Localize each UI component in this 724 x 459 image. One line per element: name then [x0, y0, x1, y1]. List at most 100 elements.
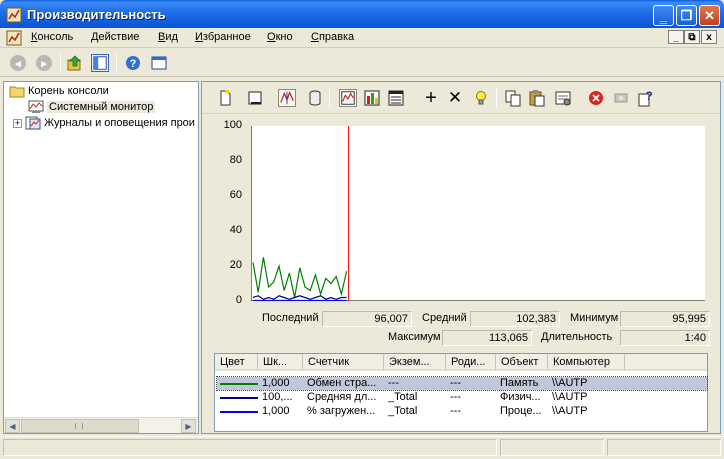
toolbar-separator: [60, 54, 61, 72]
counter-name: Средняя дл...: [307, 391, 377, 403]
folder-icon: [9, 86, 25, 98]
logs-alerts-icon: [25, 116, 41, 130]
column-header-scale[interactable]: Шк...: [258, 354, 303, 371]
counter-scale: 1,000: [262, 405, 290, 417]
view-report-icon[interactable]: [387, 89, 405, 107]
performance-graph[interactable]: [251, 126, 705, 301]
column-header-parent[interactable]: Роди...: [446, 354, 496, 371]
add-counter-icon[interactable]: +: [422, 87, 440, 109]
help-icon[interactable]: ?: [124, 54, 142, 72]
counter-row[interactable]: 1,000 % загружен... _Total --- Проце... …: [217, 405, 707, 418]
toolbar-separator: [496, 89, 497, 107]
toolbar-separator: [329, 89, 330, 107]
performance-app-icon: [6, 30, 22, 46]
paste-counter-list-icon[interactable]: [528, 89, 546, 107]
expand-icon[interactable]: +: [13, 118, 22, 128]
new-window-icon[interactable]: [150, 54, 168, 72]
column-header-instance[interactable]: Экзем...: [384, 354, 446, 371]
menu-view[interactable]: Вид: [158, 31, 178, 43]
column-header-filler: [625, 354, 707, 371]
title-bar[interactable]: Производительность ‗ ❐ ✕: [0, 0, 724, 30]
counter-name: % загружен...: [307, 405, 376, 417]
console-tree[interactable]: Корень консоли Системный монитор + Журна…: [3, 81, 199, 434]
new-counter-set-icon[interactable]: [216, 89, 234, 107]
counter-object: Физич...: [500, 391, 541, 403]
counter-row[interactable]: 1,000 Обмен стра... --- --- Память \\AUT…: [216, 376, 708, 391]
scrollbar-thumb[interactable]: [21, 419, 139, 433]
back-icon[interactable]: ◂: [10, 55, 26, 71]
mdi-restore-button[interactable]: ⧉: [684, 30, 700, 44]
tree-node-system-monitor[interactable]: Системный монитор: [28, 99, 156, 115]
tree-node-console-root[interactable]: Корень консоли: [9, 83, 109, 99]
stats-row-2: Максимум 113,065 Длительность 1:40: [202, 330, 720, 346]
minimum-value: 95,995: [620, 311, 710, 327]
system-monitor-icon: [28, 100, 44, 113]
counter-color-swatch: [220, 383, 258, 385]
close-icon: ✕: [704, 7, 715, 23]
column-header-object[interactable]: Объект: [496, 354, 548, 371]
tree-horizontal-scrollbar[interactable]: ◀ ▶: [4, 417, 198, 433]
maximize-button[interactable]: ❐: [676, 5, 697, 26]
close-button[interactable]: ✕: [699, 5, 720, 26]
help-icon[interactable]: ?: [637, 89, 655, 107]
counter-instance: _Total: [388, 391, 418, 403]
svg-text:?: ?: [130, 58, 137, 70]
counter-instance: ---: [388, 377, 399, 389]
tree-node-logs-alerts[interactable]: + Журналы и оповещения прои: [13, 115, 195, 131]
column-header-computer[interactable]: Компьютер: [548, 354, 625, 371]
up-level-icon[interactable]: [66, 54, 84, 72]
show-hide-tree-icon[interactable]: [91, 54, 109, 72]
y-tick-label: 60: [229, 189, 242, 201]
menu-console[interactable]: Консоль: [31, 31, 73, 43]
freeze-display-icon[interactable]: [587, 89, 605, 107]
main-toolbar: ◂ ▸ ?: [0, 49, 724, 77]
window-title: Производительность: [27, 7, 166, 22]
y-tick-label: 20: [229, 259, 242, 271]
scroll-right-icon[interactable]: ▶: [181, 419, 196, 433]
menu-action[interactable]: Действие: [91, 31, 139, 43]
view-current-activity-icon[interactable]: [278, 89, 296, 107]
mdi-minimize-button[interactable]: _: [668, 30, 684, 44]
clear-display-icon[interactable]: [246, 89, 264, 107]
forward-icon[interactable]: ▸: [36, 55, 52, 71]
status-panel: [3, 439, 497, 456]
last-value: 96,007: [322, 311, 412, 327]
minimize-icon: ‗: [659, 8, 668, 23]
counter-parent: ---: [450, 377, 461, 389]
highlight-icon[interactable]: [472, 89, 490, 107]
menu-window[interactable]: Окно: [267, 31, 293, 43]
maximize-icon: ❐: [680, 7, 693, 23]
y-tick-label: 100: [223, 119, 242, 131]
counter-row[interactable]: 100,... Средняя дл... _Total --- Физич..…: [217, 391, 707, 404]
duration-label: Длительность: [541, 331, 613, 343]
counter-parent: ---: [450, 391, 461, 403]
stats-row-1: Последний 96,007 Средний 102,383 Минимум…: [202, 311, 720, 327]
average-value: 102,383: [470, 311, 560, 327]
y-tick-label: 0: [235, 294, 242, 306]
menu-favorites[interactable]: Избранное: [195, 31, 251, 43]
view-histogram-icon[interactable]: [363, 89, 381, 107]
counter-scale: 1,000: [262, 377, 290, 389]
mdi-close-button[interactable]: x: [701, 30, 717, 44]
counter-instance: _Total: [388, 405, 418, 417]
update-data-icon[interactable]: [612, 89, 630, 107]
performance-app-icon: [6, 7, 22, 23]
counter-computer: \\AUTP: [552, 391, 588, 403]
minimize-button[interactable]: ‗: [653, 5, 674, 26]
delete-counter-icon[interactable]: ✕: [446, 88, 464, 107]
counter-color-swatch: [220, 411, 258, 413]
scroll-left-icon[interactable]: ◀: [5, 419, 20, 433]
menu-help[interactable]: Справка: [311, 31, 354, 43]
view-log-data-icon[interactable]: [306, 89, 324, 107]
properties-icon[interactable]: [554, 89, 572, 107]
column-header-counter[interactable]: Счетчик: [303, 354, 384, 371]
counter-computer: \\AUTP: [552, 377, 588, 389]
y-tick-label: 80: [229, 154, 242, 166]
view-graph-icon[interactable]: [339, 89, 357, 107]
last-label: Последний: [262, 312, 319, 324]
column-header-color[interactable]: Цвет: [215, 354, 258, 371]
counter-list[interactable]: Цвет Шк... Счетчик Экзем... Роди... Объе…: [214, 353, 708, 432]
copy-properties-icon[interactable]: [504, 89, 522, 107]
system-monitor-pane: + ✕ ? 100 80 60 40 20 0 Последний 96,007…: [201, 81, 721, 434]
counter-scale: 100,...: [262, 391, 293, 403]
